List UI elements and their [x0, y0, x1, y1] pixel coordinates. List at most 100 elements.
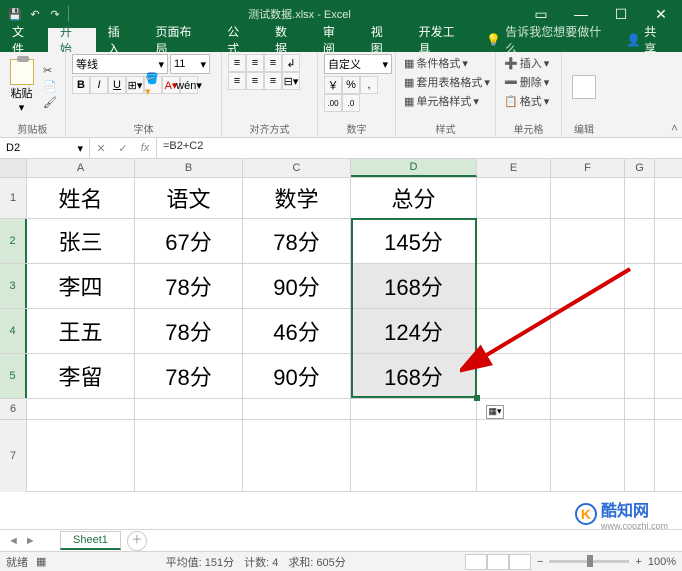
col-header-B[interactable]: B [135, 159, 243, 177]
enter-formula-icon[interactable]: ✓ [112, 142, 134, 155]
tab-formulas[interactable]: 公式 [215, 28, 263, 52]
row-header-2[interactable]: 2 [0, 219, 27, 263]
wrap-text[interactable]: ↲ [282, 54, 300, 72]
insert-cells-button[interactable]: ➕ 插入▾ [502, 54, 555, 72]
merge-button[interactable]: ⊟▾ [282, 72, 300, 90]
worksheet-grid[interactable]: A B C D E F G 1 姓名 语文 数学 总分 2 张三 67分 78分… [0, 159, 682, 492]
tab-insert[interactable]: 插入 [96, 28, 144, 52]
cell-D1[interactable]: 总分 [351, 178, 477, 218]
phonetic-button[interactable]: wén▾ [180, 76, 198, 94]
prev-sheet-icon[interactable]: ◄ [8, 535, 19, 547]
tell-me[interactable]: 💡 告诉我您想要做什么 [486, 28, 612, 52]
underline-button[interactable]: U [108, 76, 126, 94]
formula-input[interactable]: =B2+C2 [157, 138, 682, 158]
paste-button[interactable]: 粘贴▾ [6, 59, 37, 114]
view-pagebreak-button[interactable] [509, 554, 531, 570]
col-header-G[interactable]: G [625, 159, 655, 177]
view-layout-button[interactable] [487, 554, 509, 570]
bold-button[interactable]: B [72, 76, 90, 94]
number-format-combo[interactable]: 自定义▾ [324, 54, 392, 74]
add-sheet-button[interactable]: ＋ [127, 531, 147, 551]
cell-A5[interactable]: 李留 [27, 354, 135, 398]
zoom-in-button[interactable]: + [635, 556, 641, 568]
zoom-out-button[interactable]: − [537, 556, 543, 568]
share-button[interactable]: 👤 共享 [612, 28, 682, 52]
align-left[interactable]: ≡ [228, 72, 246, 90]
col-header-D[interactable]: D [351, 159, 477, 177]
font-size-combo[interactable]: 11▾ [170, 54, 210, 74]
cut-button[interactable]: ✂ [41, 63, 59, 78]
row-header-4[interactable]: 4 [0, 309, 27, 353]
align-center[interactable]: ≡ [246, 72, 264, 90]
cell-A3[interactable]: 李四 [27, 264, 135, 308]
zoom-level[interactable]: 100% [648, 556, 676, 568]
font-name-combo[interactable]: 等线▾ [72, 54, 168, 74]
percent-button[interactable]: % [342, 76, 360, 94]
row-header-6[interactable]: 6 [0, 399, 27, 419]
name-box[interactable]: D2▾ [0, 138, 90, 158]
cell-B4[interactable]: 78分 [135, 309, 243, 353]
row-header-3[interactable]: 3 [0, 264, 27, 308]
cell-D2[interactable]: 145分 [351, 219, 477, 263]
cell-C4[interactable]: 46分 [243, 309, 351, 353]
cell-D4[interactable]: 124分 [351, 309, 477, 353]
cell-B3[interactable]: 78分 [135, 264, 243, 308]
zoom-slider[interactable] [549, 560, 629, 563]
cell-E1[interactable] [477, 178, 551, 218]
row-header-7[interactable]: 7 [0, 420, 27, 492]
tab-data[interactable]: 数据 [263, 28, 311, 52]
cell-C3[interactable]: 90分 [243, 264, 351, 308]
cell-A2[interactable]: 张三 [27, 219, 135, 263]
tab-file[interactable]: 文件 [0, 28, 48, 52]
autofill-options-icon[interactable]: ▦▾ [486, 405, 504, 419]
col-header-F[interactable]: F [551, 159, 625, 177]
fill-handle[interactable] [474, 395, 480, 401]
fill-color-button[interactable]: 🪣▾ [144, 76, 162, 94]
cell-D3[interactable]: 168分 [351, 264, 477, 308]
cancel-formula-icon[interactable]: ✕ [90, 142, 112, 155]
align-middle[interactable]: ≡ [246, 54, 264, 72]
tab-devtools[interactable]: 开发工具 [407, 28, 479, 52]
cell-B5[interactable]: 78分 [135, 354, 243, 398]
undo-icon[interactable]: ↶ [28, 7, 42, 21]
format-cells-button[interactable]: 📋 格式▾ [502, 92, 555, 110]
cell-style-button[interactable]: ▦ 单元格样式▾ [402, 92, 489, 110]
col-header-C[interactable]: C [243, 159, 351, 177]
copy-button[interactable]: 📄 [41, 79, 59, 94]
cond-format-button[interactable]: ▦ 条件格式▾ [402, 54, 489, 72]
cell-B2[interactable]: 67分 [135, 219, 243, 263]
border-button[interactable]: ⊞▾ [126, 76, 144, 94]
align-top[interactable]: ≡ [228, 54, 246, 72]
italic-button[interactable]: I [90, 76, 108, 94]
row-header-5[interactable]: 5 [0, 354, 27, 398]
dec-decimal[interactable]: .0 [342, 94, 360, 112]
cell-C2[interactable]: 78分 [243, 219, 351, 263]
table-format-button[interactable]: ▦ 套用表格格式▾ [402, 73, 489, 91]
tab-review[interactable]: 审阅 [311, 28, 359, 52]
tab-layout[interactable]: 页面布局 [144, 28, 216, 52]
next-sheet-icon[interactable]: ► [25, 535, 36, 547]
currency-button[interactable]: ￥ [324, 76, 342, 94]
comma-button[interactable]: , [360, 76, 378, 94]
select-all-corner[interactable] [0, 159, 27, 177]
cell-D5[interactable]: 168分 [351, 354, 477, 398]
delete-cells-button[interactable]: ➖ 删除▾ [502, 73, 555, 91]
cell-A1[interactable]: 姓名 [27, 178, 135, 218]
align-bottom[interactable]: ≡ [264, 54, 282, 72]
cell-C1[interactable]: 数学 [243, 178, 351, 218]
cell-C5[interactable]: 90分 [243, 354, 351, 398]
cell-B1[interactable]: 语文 [135, 178, 243, 218]
inc-decimal[interactable]: .00 [324, 94, 342, 112]
col-header-E[interactable]: E [477, 159, 551, 177]
save-icon[interactable]: 💾 [8, 7, 22, 21]
col-header-A[interactable]: A [27, 159, 135, 177]
redo-icon[interactable]: ↷ [48, 7, 62, 21]
row-header-1[interactable]: 1 [0, 178, 27, 218]
tab-home[interactable]: 开始 [48, 28, 96, 52]
collapse-ribbon-icon[interactable]: ˄ [671, 121, 678, 135]
sheet-tab-1[interactable]: Sheet1 [60, 531, 121, 550]
cell-A4[interactable]: 王五 [27, 309, 135, 353]
editing-icon[interactable] [572, 75, 596, 99]
align-right[interactable]: ≡ [264, 72, 282, 90]
tab-view[interactable]: 视图 [359, 28, 407, 52]
